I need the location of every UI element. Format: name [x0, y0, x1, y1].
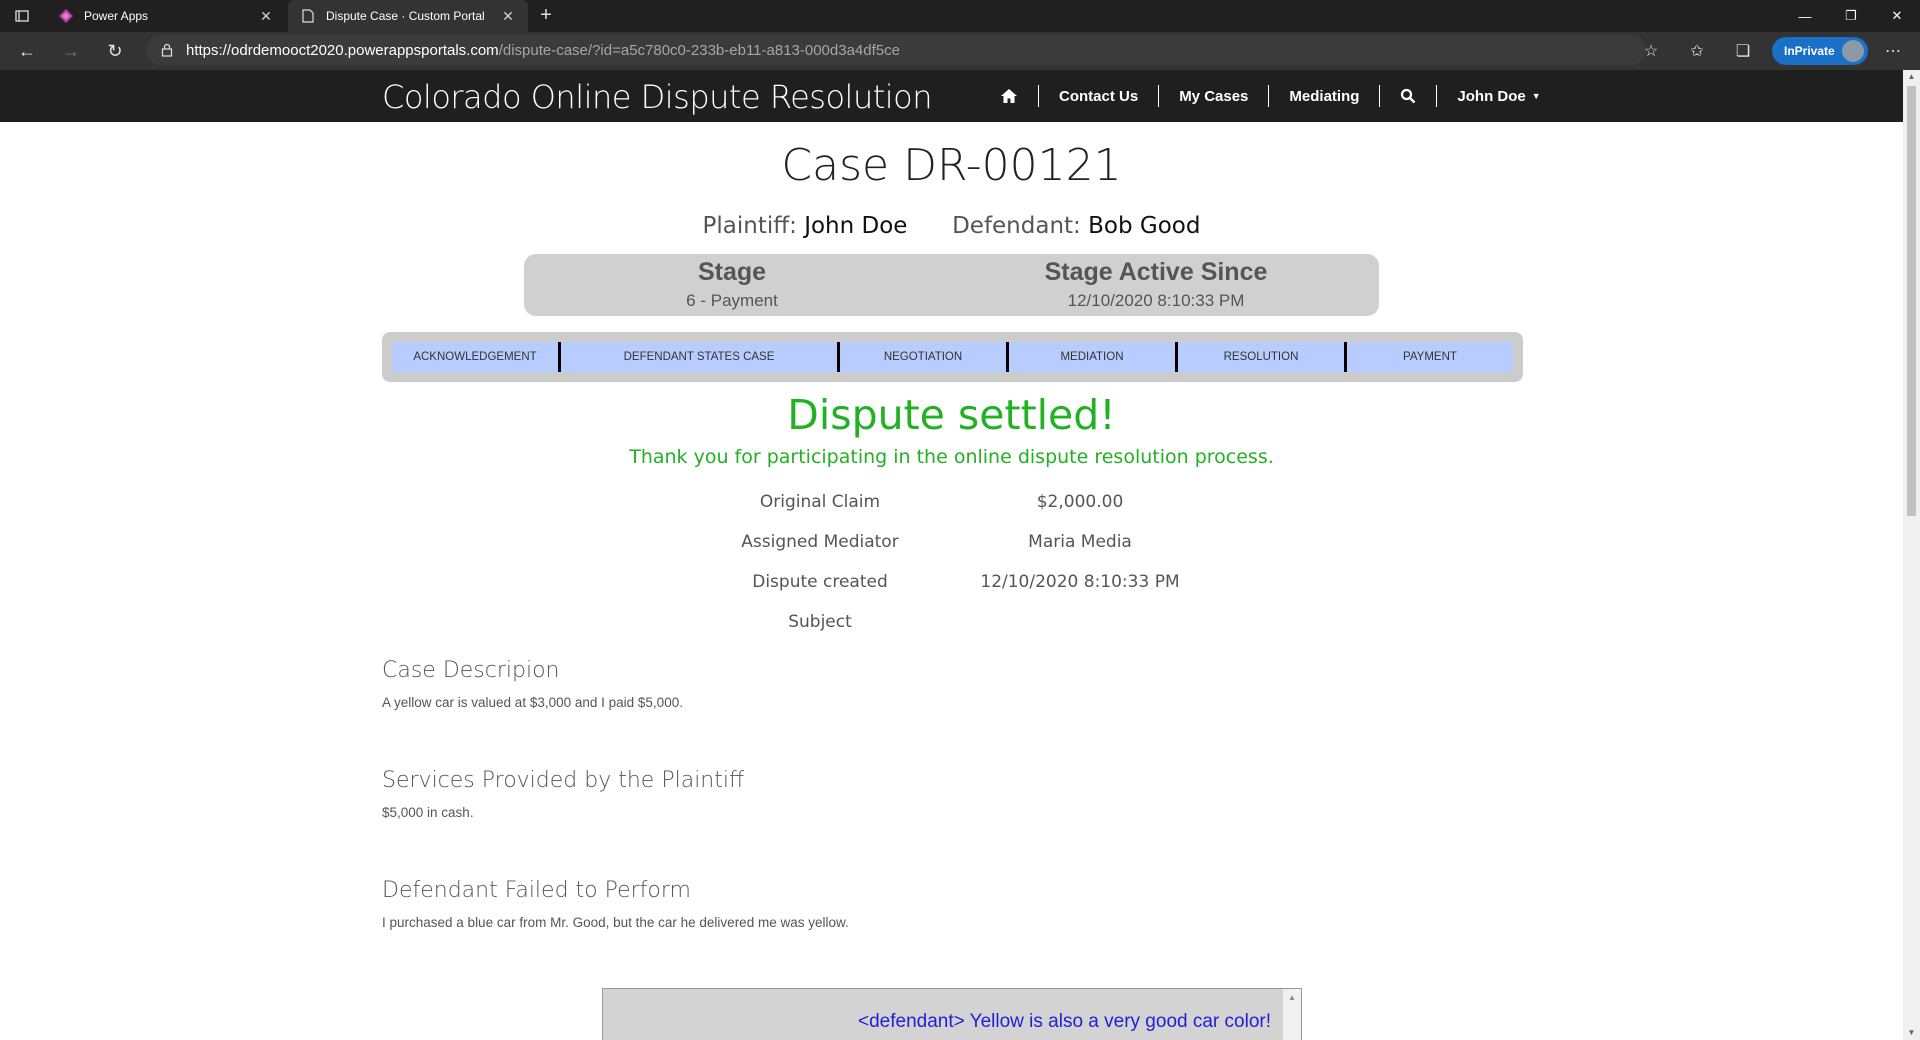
defendant-name: Bob Good — [1088, 213, 1201, 239]
home-icon[interactable] — [980, 85, 1038, 107]
address-bar: ← → ↻ https://odrdemooct2020.powerappspo… — [0, 32, 1920, 70]
chat-message: <defendant> Yellow is also a very good c… — [858, 1011, 1271, 1032]
minimize-icon[interactable]: — — [1782, 0, 1828, 32]
stage-heading: Stage — [697, 258, 767, 286]
search-icon[interactable] — [1380, 85, 1436, 107]
collections-icon[interactable]: ❏ — [1732, 41, 1754, 63]
profile-avatar — [1842, 40, 1864, 62]
detail-row: Assigned Mediator Maria Media — [700, 522, 1200, 562]
tab-power-apps[interactable]: Power Apps ✕ — [46, 0, 286, 32]
caret-down-icon: ▼ — [1531, 91, 1541, 101]
progress-step-payment: PAYMENT — [1347, 342, 1513, 372]
plaintiff-label: Plaintiff: — [702, 213, 797, 239]
status-headline: Dispute settled! — [787, 391, 1116, 439]
nav-mediating[interactable]: Mediating — [1269, 85, 1379, 107]
mediator-value: Maria Media — [1028, 532, 1132, 552]
favorites-icon[interactable]: ✩ — [1686, 41, 1708, 63]
detail-label: Subject — [788, 612, 852, 632]
tab-label: Dispute Case · Custom Portal — [326, 9, 485, 23]
created-value: 12/10/2020 8:10:33 PM — [980, 572, 1180, 592]
back-icon[interactable]: ← — [16, 41, 38, 63]
page-scrollbar[interactable]: ▲ ▼ — [1903, 70, 1920, 1040]
detail-row: Original Claim $2,000.00 — [700, 482, 1200, 522]
status-message: Thank you for participating in the onlin… — [629, 446, 1274, 468]
defendant-label: Defendant: — [952, 213, 1081, 239]
user-menu[interactable]: John Doe ▼ — [1437, 85, 1560, 107]
stage-column: Stage 6 - Payment — [532, 258, 932, 311]
nav-my-cases[interactable]: My Cases — [1159, 85, 1268, 107]
nav-contact-us[interactable]: Contact Us — [1039, 85, 1158, 107]
power-apps-icon — [58, 8, 74, 24]
section-heading: Defendant Failed to Perform — [382, 878, 691, 903]
case-parties: Plaintiff: John Doe Defendant: Bob Good — [0, 213, 1903, 239]
scroll-down-icon[interactable]: ▼ — [1903, 1026, 1920, 1040]
detail-label: Dispute created — [752, 572, 888, 592]
detail-label: Original Claim — [759, 492, 881, 512]
add-favorite-icon[interactable]: ☆ — [1640, 41, 1662, 63]
chat-scrollbar[interactable]: ▲ — [1283, 989, 1301, 1040]
stage-active-column: Stage Active Since 12/10/2020 8:10:33 PM — [956, 258, 1356, 311]
close-tab-icon[interactable]: ✕ — [500, 8, 516, 25]
section-body: $5,000 in cash. — [382, 805, 474, 820]
inprivate-label: InPrivate — [1784, 44, 1835, 58]
site-navbar: Colorado Online Dispute Resolution Conta… — [0, 70, 1903, 122]
url-text: https://odrdemooct2020.powerappsportals.… — [186, 42, 900, 59]
case-details: Original Claim $2,000.00 Assigned Mediat… — [700, 482, 1200, 642]
close-tab-icon[interactable]: ✕ — [258, 8, 274, 25]
progress-step-acknowledgement: ACKNOWLEDGEMENT — [392, 342, 561, 372]
new-tab-icon[interactable]: + — [534, 4, 558, 28]
url-input[interactable]: https://odrdemooct2020.powerappsportals.… — [146, 35, 1646, 65]
original-claim-value: $2,000.00 — [1036, 492, 1124, 512]
browser-tab-strip: Power Apps ✕ Dispute Case · Custom Porta… — [0, 0, 1920, 32]
plaintiff-name: John Doe — [804, 213, 908, 239]
nav-links: Contact Us My Cases Mediating John Doe ▼ — [980, 70, 1561, 122]
more-icon[interactable]: ⋯ — [1882, 41, 1904, 63]
detail-row: Dispute created 12/10/2020 8:10:33 PM — [700, 562, 1200, 602]
tab-actions-icon[interactable] — [14, 8, 30, 24]
inprivate-button[interactable]: InPrivate — [1772, 37, 1868, 65]
page-icon — [300, 8, 316, 24]
progress-step-resolution: RESOLUTION — [1178, 342, 1347, 372]
section-heading: Services Provided by the Plaintiff — [382, 768, 745, 793]
stage-active-value: 12/10/2020 8:10:33 PM — [1067, 291, 1245, 310]
progress-step-negotiation: NEGOTIATION — [840, 342, 1009, 372]
refresh-icon[interactable]: ↻ — [104, 41, 126, 63]
tab-dispute-case[interactable]: Dispute Case · Custom Portal ✕ — [288, 0, 528, 32]
progress-step-defendant-states-case: DEFENDANT STATES CASE — [561, 342, 840, 372]
case-description-section: Case Descripion A yellow car is valued a… — [382, 658, 1382, 710]
close-window-icon[interactable]: ✕ — [1874, 0, 1920, 32]
detail-label: Assigned Mediator — [741, 532, 899, 552]
failed-to-perform-section: Defendant Failed to Perform I purchased … — [382, 878, 1382, 930]
url-host: https://odrdemooct2020.powerappsportals.… — [186, 41, 499, 59]
scroll-thumb[interactable] — [1907, 86, 1916, 516]
stage-summary: Stage 6 - Payment Stage Active Since 12/… — [524, 254, 1379, 316]
user-name: John Doe — [1457, 87, 1526, 105]
tab-label: Power Apps — [84, 9, 149, 23]
chat-log[interactable]: <defendant> Yellow is also a very good c… — [602, 988, 1302, 1040]
detail-row: Subject — [700, 602, 1200, 642]
restore-icon[interactable]: ❐ — [1828, 0, 1874, 32]
forward-icon[interactable]: → — [60, 41, 82, 63]
site-brand[interactable]: Colorado Online Dispute Resolution — [382, 78, 933, 116]
stage-progress-bar: ACKNOWLEDGEMENT DEFENDANT STATES CASE NE… — [382, 332, 1523, 382]
section-body: A yellow car is valued at $3,000 and I p… — [382, 695, 683, 710]
stage-active-heading: Stage Active Since — [1044, 258, 1268, 286]
url-path: /dispute-case/?id=a5c780c0-233b-eb11-a81… — [498, 41, 900, 59]
stage-value: 6 - Payment — [686, 291, 778, 310]
lock-icon — [160, 43, 174, 57]
scroll-up-icon[interactable]: ▲ — [1903, 70, 1920, 84]
section-heading: Case Descripion — [382, 658, 560, 683]
case-title: Case DR-00121 — [781, 140, 1122, 191]
progress-step-mediation: MEDIATION — [1009, 342, 1178, 372]
section-body: I purchased a blue car from Mr. Good, bu… — [382, 915, 849, 930]
services-section: Services Provided by the Plaintiff $5,00… — [382, 768, 1382, 820]
